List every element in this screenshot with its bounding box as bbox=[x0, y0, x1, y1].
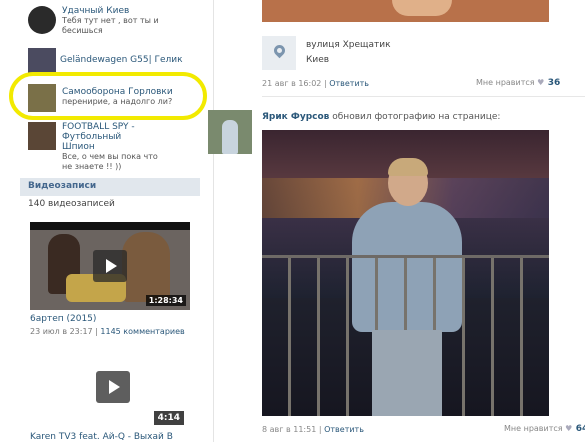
post-header: Ярик Фурсов обновил фотографию на страни… bbox=[262, 112, 500, 122]
news-feed: вулиця Хрещатик Киев 21 авг в 16:02 | От… bbox=[208, 0, 585, 442]
heart-icon: ♥ bbox=[537, 78, 545, 87]
like-label: Мне нравится bbox=[504, 424, 563, 433]
videos-header[interactable]: Видеозаписи bbox=[20, 178, 200, 196]
group-avatar[interactable] bbox=[28, 48, 56, 74]
group-title[interactable]: Geländewagen G55| Гелик bbox=[60, 55, 183, 65]
like-label: Мне нравится bbox=[476, 78, 535, 87]
highlight-circle bbox=[9, 72, 207, 120]
location-street[interactable]: вулиця Хрещатик bbox=[306, 40, 391, 50]
videos-count[interactable]: 140 видеозаписей bbox=[28, 199, 115, 209]
author-name[interactable]: Ярик Фурсов bbox=[262, 112, 329, 122]
video-comments[interactable]: 1145 комментариев bbox=[100, 327, 184, 336]
author-avatar[interactable] bbox=[208, 110, 252, 154]
post-meta: 8 авг в 11:51 | Ответить bbox=[262, 425, 364, 434]
group-item[interactable]: Удачный Киев Тебя тут нет , вот ты и бес… bbox=[28, 6, 172, 36]
like-count: 64 bbox=[575, 424, 585, 434]
post-meta: 21 авг в 16:02 | Ответить bbox=[262, 79, 370, 88]
group-title[interactable]: FOOTBALL SPY - Футбольный Шпион bbox=[62, 122, 152, 152]
group-item[interactable]: Geländewagen G55| Гелик bbox=[28, 48, 183, 74]
play-icon[interactable] bbox=[93, 250, 127, 282]
reply-link[interactable]: Ответить bbox=[324, 425, 364, 434]
like-button[interactable]: Мне нравится ♥ 64 bbox=[504, 424, 585, 434]
left-sidebar: Удачный Киев Тебя тут нет , вот ты и бес… bbox=[20, 0, 200, 442]
group-title[interactable]: Удачный Киев bbox=[62, 6, 172, 16]
video-meta: 23 июл в 23:17 | 1145 комментариев bbox=[30, 327, 185, 336]
video-title[interactable]: 6артеп (2015) bbox=[30, 314, 96, 324]
post-date[interactable]: 8 авг в 11:51 bbox=[262, 425, 316, 434]
location-pin-icon[interactable] bbox=[262, 36, 296, 70]
post-photo[interactable] bbox=[262, 130, 549, 416]
group-item[interactable]: FOOTBALL SPY - Футбольный Шпион Все, о ч… bbox=[28, 122, 162, 172]
group-desc: Все, о чем вы пока что не знаете !! )) bbox=[62, 152, 158, 171]
video-duration: 1:28:34 bbox=[145, 295, 186, 306]
video-thumbnail[interactable]: 4:14 bbox=[30, 345, 190, 427]
like-button[interactable]: Мне нравится ♥ 36 bbox=[476, 78, 560, 88]
group-avatar[interactable] bbox=[28, 122, 56, 150]
post-photo[interactable] bbox=[262, 0, 549, 22]
post-action: обновил фотографию на странице: bbox=[332, 112, 501, 122]
group-desc: Тебя тут нет , вот ты и бесишься bbox=[62, 16, 159, 35]
video-thumbnail[interactable]: 1:28:34 bbox=[30, 222, 190, 310]
post-date[interactable]: 21 авг в 16:02 bbox=[262, 79, 321, 88]
video-date: 23 июл в 23:17 bbox=[30, 327, 93, 336]
reply-link[interactable]: Ответить bbox=[329, 79, 369, 88]
video-title[interactable]: Karen TV3 feat. Ай-Q - Выхай В bbox=[30, 432, 173, 442]
play-icon[interactable] bbox=[96, 371, 130, 403]
video-duration: 4:14 bbox=[153, 411, 184, 425]
post-divider bbox=[262, 96, 585, 97]
like-count: 36 bbox=[547, 78, 561, 88]
heart-icon: ♥ bbox=[565, 424, 573, 433]
group-avatar[interactable] bbox=[28, 6, 56, 34]
location-city: Киев bbox=[306, 55, 330, 65]
